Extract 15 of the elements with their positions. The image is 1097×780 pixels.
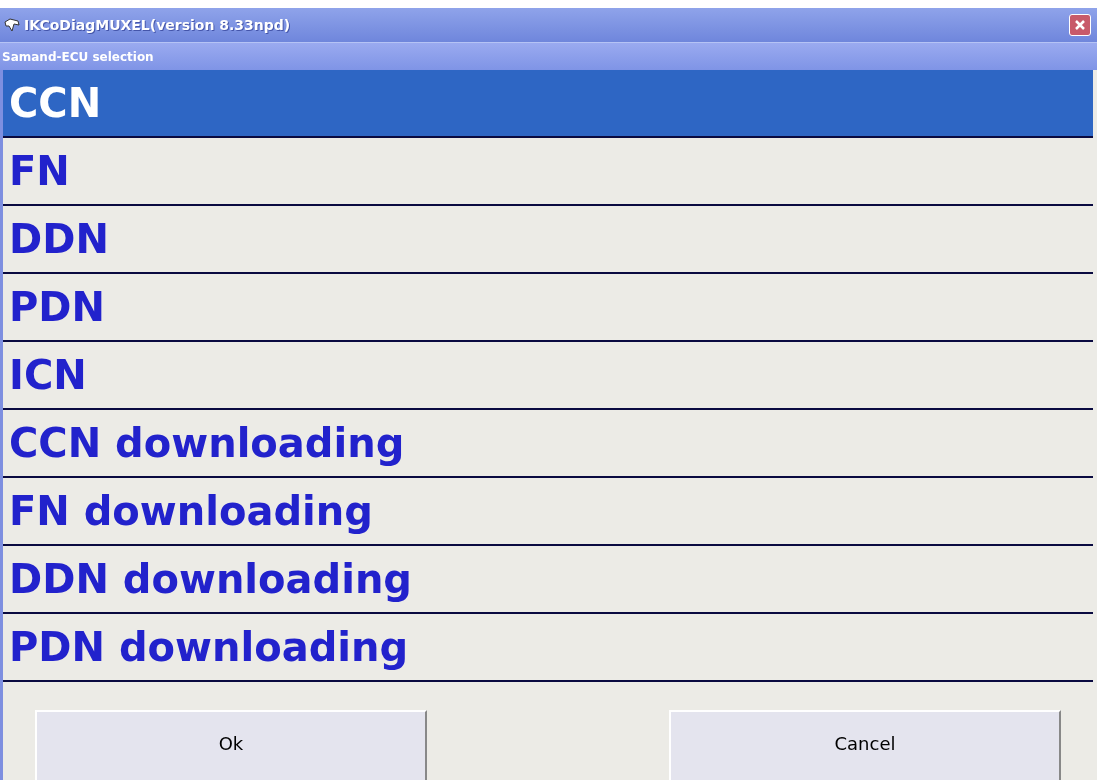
list-item[interactable]: DDN downloading [3, 546, 1093, 614]
window-title: IKCoDiagMUXEL(version 8.33npd) [24, 15, 291, 35]
list-item[interactable]: FN downloading [3, 478, 1093, 546]
dialog-button[interactable]: Cancel [669, 710, 1061, 780]
list-item[interactable]: DDN [3, 206, 1093, 274]
close-icon [1074, 19, 1086, 32]
close-button[interactable] [1069, 14, 1091, 37]
dialog-button[interactable]: Ok [35, 710, 427, 780]
subtitle: Samand-ECU selection [1, 49, 155, 66]
list-item[interactable]: CCN [3, 70, 1093, 138]
list-item[interactable]: CCN downloading [3, 410, 1093, 478]
list-item[interactable]: PDN [3, 274, 1093, 342]
list-item[interactable]: FN [3, 138, 1093, 206]
list-item[interactable]: PDN downloading [3, 614, 1093, 682]
list-item[interactable]: ICN [3, 342, 1093, 410]
